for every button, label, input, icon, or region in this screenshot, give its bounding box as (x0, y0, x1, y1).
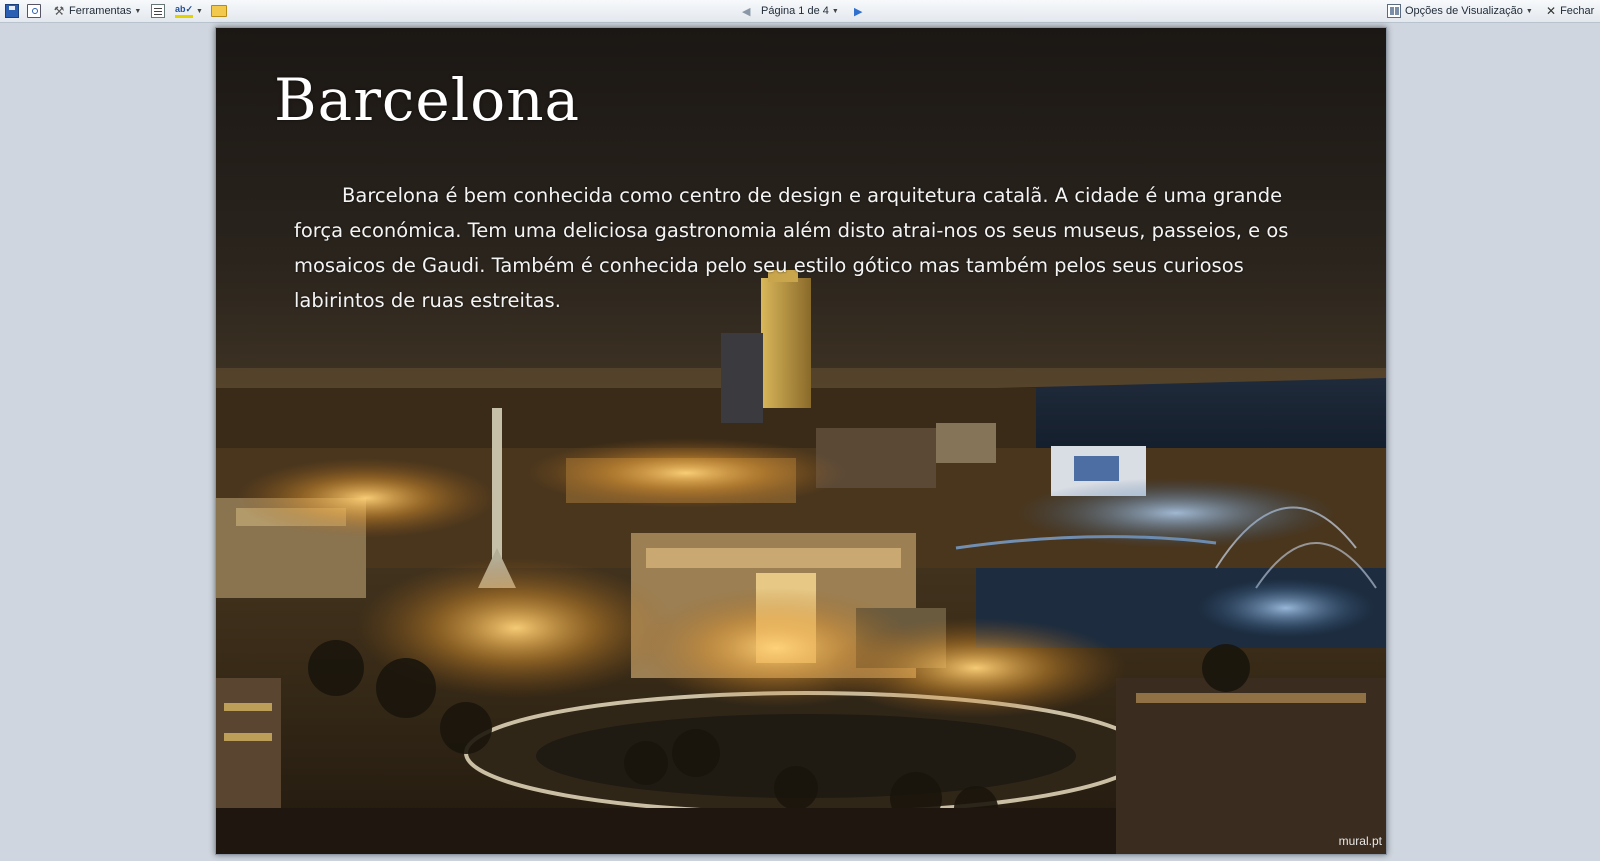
save-button[interactable] (5, 0, 19, 22)
chevron-down-icon: ▼ (134, 7, 142, 15)
research-button[interactable] (151, 0, 165, 22)
tools-menu-button[interactable]: ⚒ Ferramentas ▼ (52, 0, 142, 22)
next-page-icon: ▶ (854, 5, 863, 18)
tools-label: Ferramentas (69, 5, 132, 17)
document-page: Barcelona Barcelona é bem conhecida como… (215, 27, 1387, 855)
page-indicator: Página 1 de 4 (761, 5, 829, 17)
print-preview-icon (27, 4, 41, 18)
document-paragraph: Barcelona é bem conhecida como centro de… (294, 184, 1289, 312)
previous-page-button[interactable]: ◀ (742, 0, 750, 22)
view-options-button[interactable]: Opções de Visualização ▼ (1387, 0, 1533, 22)
save-icon (5, 4, 19, 18)
tools-icon: ⚒ (53, 4, 65, 18)
page-selector[interactable]: Página 1 de 4 ▼ (761, 0, 839, 22)
next-page-button[interactable]: ▶ (854, 0, 862, 22)
document-title: Barcelona (274, 66, 581, 134)
print-preview-button[interactable] (27, 0, 41, 22)
barcelona-night-photo (216, 28, 1386, 854)
view-options-label: Opções de Visualização (1405, 5, 1523, 17)
previous-page-icon: ◀ (742, 5, 751, 18)
research-icon (151, 4, 165, 18)
reading-view-toolbar: ⚒ Ferramentas ▼ ab✓ ▼ ◀ Página 1 de 4 ▼ … (0, 0, 1600, 23)
folder-icon (211, 5, 227, 17)
close-button[interactable]: ✕ Fechar (1546, 0, 1594, 22)
spelling-icon: ab✓ (175, 4, 193, 18)
chevron-down-icon: ▼ (831, 7, 839, 15)
view-options-icon (1387, 4, 1401, 18)
close-icon: ✕ (1546, 4, 1557, 18)
close-label: Fechar (1560, 5, 1595, 17)
image-watermark: mural.pt (1338, 834, 1382, 848)
folder-button[interactable] (211, 0, 227, 22)
chevron-down-icon: ▼ (196, 7, 203, 15)
chevron-down-icon: ▼ (1525, 7, 1533, 15)
spelling-button[interactable]: ab✓ ▼ (175, 0, 203, 22)
